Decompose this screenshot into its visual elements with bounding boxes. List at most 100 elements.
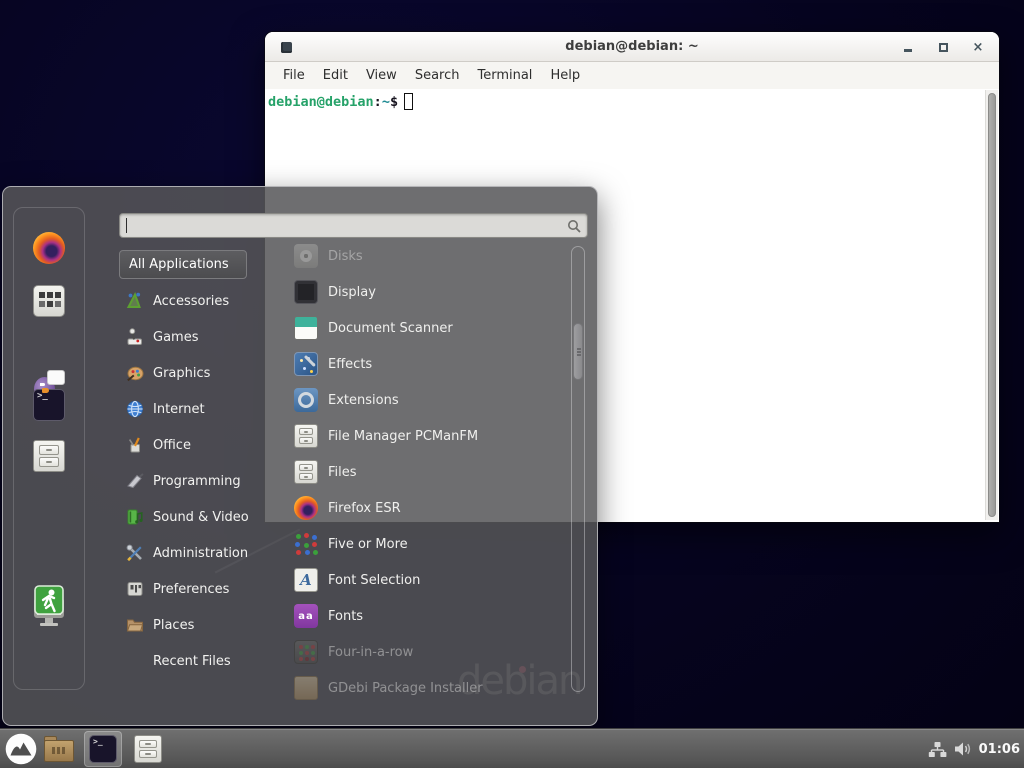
app-item-label: Extensions [328,393,399,408]
app-item-files[interactable]: Files [284,454,568,490]
character-map-icon[interactable] [33,285,65,317]
category-internet[interactable]: Internet [119,391,279,427]
category-label: Administration [153,546,248,561]
menu-edit[interactable]: Edit [314,65,357,86]
five-or-more-icon [294,532,318,556]
games-icon [125,327,145,347]
taskbar: >_ 01:06 [0,728,1024,768]
menu-search[interactable]: Search [406,65,469,86]
app-item-label: Display [328,285,376,300]
app-item-extensions[interactable]: Extensions [284,382,568,418]
menu-terminal[interactable]: Terminal [468,65,541,86]
maximize-button[interactable] [936,40,950,54]
category-sound-video[interactable]: Sound & Video [119,499,279,535]
search-box[interactable] [119,213,588,238]
menu-view[interactable]: View [357,65,406,86]
category-programming[interactable]: Programming [119,463,279,499]
category-label: All Applications [129,257,229,272]
category-label: Preferences [153,582,229,597]
app-item-label: Document Scanner [328,321,453,336]
category-administration[interactable]: Administration [119,535,279,571]
app-list-scrollbar-thumb[interactable] [573,323,583,380]
app-item-label: Five or More [328,537,408,552]
app-item-label: Four-in-a-row [328,645,413,660]
terminal-menubar: File Edit View Search Terminal Help [265,62,999,89]
search-input[interactable] [127,214,567,237]
volume-icon[interactable] [954,741,972,757]
menu-button[interactable] [5,733,37,765]
internet-icon [125,399,145,419]
category-places[interactable]: Places [119,607,279,643]
application-list: Disks Display Document Scanner Effects E… [284,238,568,706]
category-recent-files[interactable]: Recent Files [119,643,279,679]
close-button[interactable]: × [971,40,985,54]
app-item-firefox-esr[interactable]: Firefox ESR [284,490,568,526]
network-icon[interactable] [928,741,947,758]
accessories-icon [125,291,145,311]
category-games[interactable]: Games [119,319,279,355]
minimize-button[interactable] [901,40,915,54]
app-item-file-manager-pcmanfm[interactable]: File Manager PCManFM [284,418,568,454]
administration-icon [125,543,145,563]
prompt-symbol: $ [390,94,398,110]
application-menu: >_ All Applications [2,186,598,726]
app-item-label: GDebi Package Installer [328,681,483,696]
menu-file[interactable]: File [274,65,314,86]
desktop: debian debian@debian: ~ × File Edit View… [0,0,1024,768]
category-preferences[interactable]: Preferences [119,571,279,607]
clock[interactable]: 01:06 [979,742,1020,757]
category-label: Games [153,330,198,345]
sound-video-icon [125,507,145,527]
prompt-user-host: debian@debian [268,94,374,110]
document-scanner-icon [294,316,318,340]
app-item-display[interactable]: Display [284,274,568,310]
app-list-scrollbar[interactable] [571,246,585,692]
folder-icon [52,747,55,754]
category-office[interactable]: Office [119,427,279,463]
terminal-scrollbar-thumb[interactable] [988,93,996,517]
app-item-document-scanner[interactable]: Document Scanner [284,310,568,346]
terminal-titlebar[interactable]: debian@debian: ~ × [265,32,999,62]
category-label: Places [153,618,194,633]
taskbar-files-button[interactable] [134,735,162,763]
file-manager-icon[interactable] [33,440,65,472]
taskbar-terminal-button-active[interactable]: >_ [84,731,122,767]
prompt-separator: : [374,94,382,110]
taskbar-file-manager-button[interactable] [44,736,74,762]
firefox-icon[interactable] [33,232,65,264]
terminal-cursor [404,93,413,110]
system-tray: 01:06 [928,729,1020,768]
places-icon [125,615,145,635]
search-icon [567,219,581,233]
category-all-applications[interactable]: All Applications [119,250,247,279]
app-item-label: Effects [328,357,372,372]
app-item-label: Firefox ESR [328,501,401,516]
display-icon [294,280,318,304]
terminal-icon: >_ [89,735,117,763]
gdebi-icon [294,676,318,700]
category-label: Graphics [153,366,210,381]
category-accessories[interactable]: Accessories [119,283,279,319]
app-item-five-or-more[interactable]: Five or More [284,526,568,562]
app-item-effects[interactable]: Effects [284,346,568,382]
app-item-four-in-a-row[interactable]: Four-in-a-row [284,634,568,670]
pidgin-beak [42,388,49,393]
fonts-icon [294,604,318,628]
category-label: Programming [153,474,241,489]
log-out-icon[interactable] [33,584,65,616]
terminal-icon[interactable]: >_ [33,389,65,421]
extensions-icon [294,388,318,412]
font-selection-icon [294,568,318,592]
category-list: Accessories Games Graphics [119,283,279,679]
app-item-gdebi-package-installer[interactable]: GDebi Package Installer [284,670,568,706]
app-item-fonts[interactable]: Fonts [284,598,568,634]
app-item-disks[interactable]: Disks [284,238,568,274]
menu-help[interactable]: Help [541,65,589,86]
firefox-icon [294,496,318,520]
app-item-font-selection[interactable]: Font Selection [284,562,568,598]
category-graphics[interactable]: Graphics [119,355,279,391]
disks-icon [294,244,318,268]
terminal-scrollbar[interactable] [985,90,998,520]
category-label: Internet [153,402,205,417]
programming-icon [125,471,145,491]
